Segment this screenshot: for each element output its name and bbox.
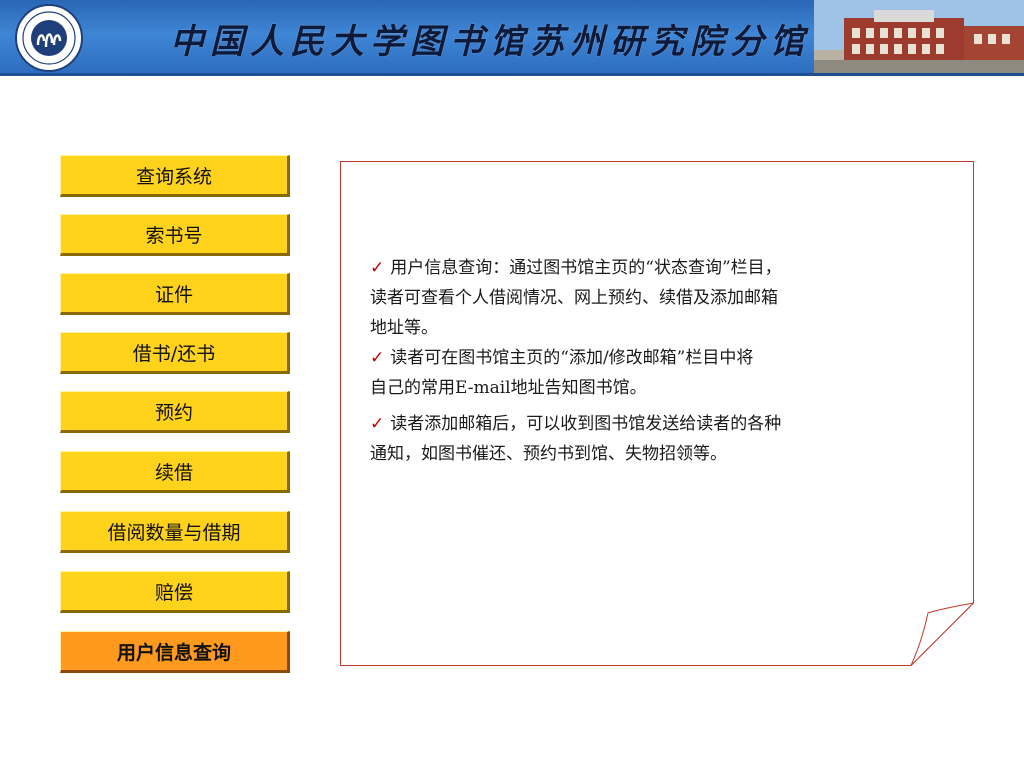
info-paragraph-2: ✓ 读者可在图书馆主页的“添加/修改邮箱”栏目中将 自己的常用E-mail地址告知… xyxy=(370,348,754,398)
menu-item-call-number[interactable]: 索书号 xyxy=(60,214,290,256)
header-banner: 中国人民大学图书馆苏州研究院分馆 xyxy=(0,0,1024,76)
info-paragraph-3: ✓ 读者添加邮箱后，可以收到图书馆发送给读者的各种 通知，如图书催还、预约书到馆、… xyxy=(370,414,782,464)
menu-item-renewal[interactable]: 续借 xyxy=(60,451,290,493)
menu-item-card[interactable]: 证件 xyxy=(60,273,290,315)
checkmark-icon: ✓ xyxy=(370,258,385,278)
menu-item-query-system[interactable]: 查询系统 xyxy=(60,155,290,197)
checkmark-icon: ✓ xyxy=(370,348,385,368)
library-building-photo xyxy=(814,0,1024,76)
university-seal-icon xyxy=(15,4,83,72)
menu-item-loan-limit[interactable]: 借阅数量与借期 xyxy=(60,511,290,553)
menu-item-reservation[interactable]: 预约 xyxy=(60,391,290,433)
menu-item-user-info[interactable]: 用户信息查询 xyxy=(60,631,290,673)
menu-item-compensation[interactable]: 赔偿 xyxy=(60,571,290,613)
banner-title: 中国人民大学图书馆苏州研究院分馆 xyxy=(170,22,810,62)
content-card: ✓ 用户信息查询：通过图书馆主页的“状态查询”栏目， 读者可查看个人借阅情况、网上… xyxy=(340,161,974,666)
checkmark-icon: ✓ xyxy=(370,414,385,434)
menu-item-borrow-return[interactable]: 借书/还书 xyxy=(60,332,290,374)
info-paragraph-1: ✓ 用户信息查询：通过图书馆主页的“状态查询”栏目， 读者可查看个人借阅情况、网上… xyxy=(370,258,782,338)
info-text: ✓ 用户信息查询：通过图书馆主页的“状态查询”栏目， 读者可查看个人借阅情况、网上… xyxy=(370,253,950,469)
